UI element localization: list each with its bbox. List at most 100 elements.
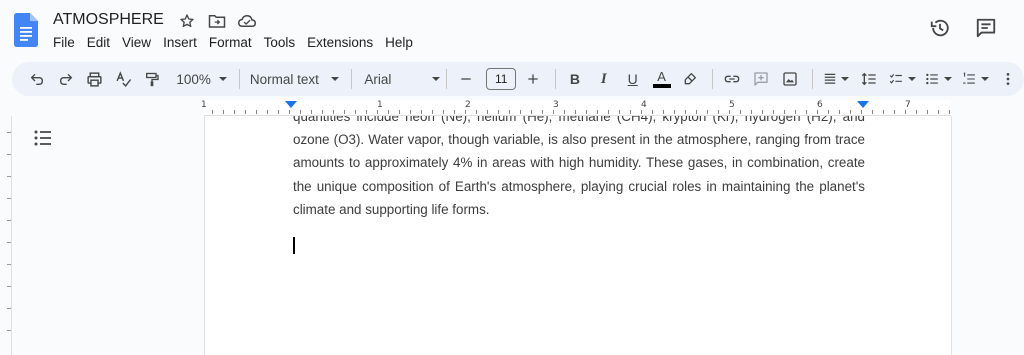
ruler-tick (432, 110, 433, 114)
zoom-select[interactable]: 100% (176, 66, 227, 92)
ruler-tick (234, 110, 235, 114)
more-options-icon[interactable] (995, 66, 1021, 92)
highlight-color-icon[interactable] (678, 66, 704, 92)
ruler-tick (795, 110, 796, 114)
insert-link-icon[interactable] (719, 66, 745, 92)
menu-help[interactable]: Help (379, 35, 419, 50)
move-folder-icon[interactable] (207, 11, 227, 31)
menu-bar: File Edit View Insert Format Tools Exten… (53, 35, 419, 50)
ruler-tick (256, 110, 257, 114)
ruler-tick (7, 132, 11, 133)
line-spacing-icon[interactable] (856, 66, 882, 92)
menu-view[interactable]: View (116, 35, 157, 50)
ruler-tick (762, 110, 763, 114)
chevron-down-icon (218, 77, 227, 81)
ruler-tick (476, 110, 477, 114)
ruler-number: 4 (641, 100, 647, 110)
ruler-number: 6 (817, 100, 823, 110)
ruler-tick (267, 110, 268, 114)
text-color-swatch (652, 84, 671, 88)
text-color-button[interactable]: A (649, 66, 675, 92)
vertical-ruler[interactable] (0, 116, 12, 355)
ruler-tick (729, 110, 730, 114)
menu-edit[interactable]: Edit (81, 35, 116, 50)
add-comment-icon[interactable] (748, 66, 774, 92)
body-paragraph[interactable]: quantities include neon (Ne), helium (He… (293, 116, 865, 221)
ruler-tick (839, 110, 840, 114)
underline-button[interactable]: U (620, 66, 646, 92)
ruler-number: 2 (465, 100, 471, 110)
ruler-tick (696, 110, 697, 114)
ruler-tick (7, 242, 11, 243)
ruler-tick (861, 110, 862, 114)
ruler-tick (531, 110, 532, 114)
menu-extensions[interactable]: Extensions (301, 35, 379, 50)
ruler-tick (850, 110, 851, 114)
ruler-tick (366, 110, 367, 114)
print-icon[interactable] (82, 66, 108, 92)
ruler-tick (916, 110, 917, 114)
bold-button[interactable]: B (562, 66, 588, 92)
redo-icon[interactable] (53, 66, 79, 92)
ruler-tick (938, 110, 939, 114)
spellcheck-icon[interactable] (111, 66, 137, 92)
menu-file[interactable]: File (53, 35, 81, 50)
menu-insert[interactable]: Insert (157, 35, 203, 50)
ruler-tick (7, 330, 11, 331)
version-history-icon[interactable] (928, 16, 952, 40)
ruler-tick (608, 110, 609, 114)
ruler-tick (399, 110, 400, 114)
ruler-tick (828, 110, 829, 114)
menu-tools[interactable]: Tools (258, 35, 302, 50)
zoom-value: 100% (176, 71, 211, 87)
ruler-tick (619, 110, 620, 114)
document-page[interactable]: quantities include neon (Ne), helium (He… (204, 116, 952, 355)
ruler-tick (498, 110, 499, 114)
divider (238, 69, 240, 89)
ruler-tick (322, 110, 323, 114)
menu-format[interactable]: Format (203, 35, 258, 50)
ruler-tick (630, 110, 631, 114)
ruler-tick (872, 110, 873, 114)
checklist-select[interactable] (885, 66, 919, 92)
insert-image-icon[interactable] (777, 66, 803, 92)
ruler-tick (7, 264, 11, 265)
chevron-down-icon (944, 77, 953, 81)
ruler-tick (355, 110, 356, 114)
document-outline-icon[interactable] (34, 130, 52, 146)
divider (555, 69, 557, 89)
numbered-list-select[interactable] (958, 66, 992, 92)
cloud-status-icon[interactable] (237, 11, 257, 31)
divider (712, 69, 714, 89)
ruler-tick (949, 110, 950, 114)
undo-icon[interactable] (24, 66, 50, 92)
document-title[interactable]: ATMOSPHERE (53, 11, 164, 29)
font-family-select[interactable]: Arial (364, 66, 441, 92)
paragraph-style-select[interactable]: Normal text (250, 66, 346, 92)
left-indent-marker-icon[interactable] (285, 101, 297, 109)
increase-font-size-icon[interactable] (520, 66, 546, 92)
ruler-tick (740, 110, 741, 114)
ruler-tick (344, 110, 345, 114)
ruler-number: 1 (201, 100, 207, 110)
right-indent-marker-icon[interactable] (857, 101, 869, 109)
ruler-tick (553, 110, 554, 114)
font-size-input[interactable]: 11 (486, 68, 517, 90)
paint-format-icon[interactable] (140, 66, 166, 92)
horizontal-ruler[interactable]: 1 1 2 3 4 5 6 7 (0, 100, 1024, 116)
comments-icon[interactable] (974, 16, 998, 40)
ruler-number: 3 (553, 100, 559, 110)
align-select[interactable] (819, 66, 853, 92)
star-icon[interactable] (177, 11, 197, 31)
app-header: ATMOSPHERE File Edit View Insert Format … (0, 0, 1024, 60)
bulleted-list-select[interactable] (922, 66, 956, 92)
docs-logo-icon[interactable] (14, 13, 38, 47)
ruler-tick (707, 110, 708, 114)
text-color-letter: A (657, 69, 666, 84)
ruler-tick (542, 110, 543, 114)
italic-button[interactable]: I (591, 66, 617, 92)
ruler-tick (894, 110, 895, 114)
decrease-font-size-icon[interactable] (453, 66, 479, 92)
ruler-tick (465, 110, 466, 114)
ruler-tick (7, 308, 11, 309)
